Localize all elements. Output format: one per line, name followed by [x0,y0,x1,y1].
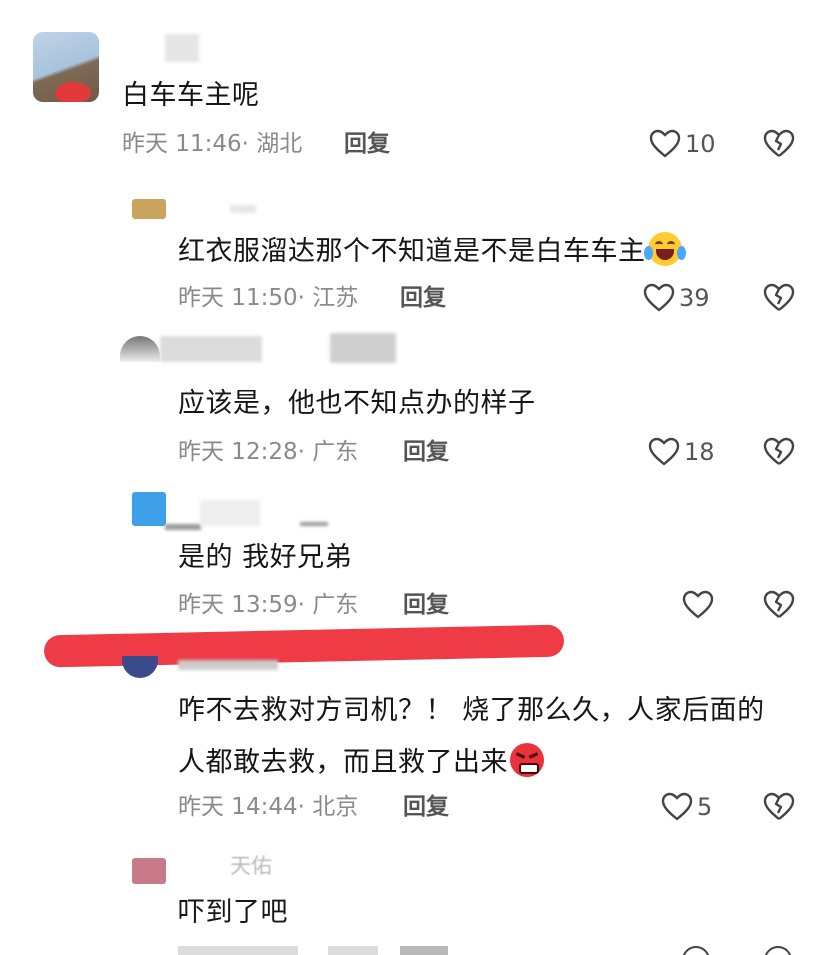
broken-heart-icon[interactable] [762,589,796,621]
like-button[interactable]: 10 [649,127,716,161]
comment-region: 广东 [312,592,359,618]
comment-time: 昨天 12:28 [178,439,298,465]
comment-region: 湖北 [256,131,303,157]
username-redacted [300,522,328,526]
username: 天佑 [230,854,272,878]
username-redacted [165,524,201,530]
comment-text: 吓到了吧 [178,897,288,928]
comment-time: 昨天 13:59 [178,592,298,618]
reply-button[interactable]: 回复 [403,792,449,822]
comment-text: 咋不去救对方司机？！ 烧了那么久，人家后面的 [178,695,765,726]
reply-button[interactable]: 回复 [403,590,449,620]
avatar[interactable] [132,199,166,219]
like-count: 18 [684,438,715,466]
comment-time: 昨天 14:44 [178,794,298,820]
like-button[interactable]: 39 [643,281,710,315]
comment-region: 江苏 [312,285,359,311]
avatar[interactable] [132,492,166,526]
broken-heart-icon[interactable] [762,282,796,314]
heart-icon [661,792,693,821]
angry-face-emoji [510,743,544,777]
username-redacted [330,333,396,363]
username-redacted [165,34,199,62]
heart-icon[interactable] [682,946,714,955]
like-button[interactable]: 18 [648,435,715,469]
reply-button[interactable]: 回复 [344,129,390,159]
username-redacted [200,500,260,526]
avatar[interactable] [132,858,166,884]
comment-meta: 昨天 11:46· 湖北 [122,131,303,157]
comment-text: 应该是，他也不知点办的样子 [178,388,536,419]
heart-icon [649,129,681,158]
avatar[interactable] [33,32,99,102]
like-button[interactable]: 5 [661,790,712,824]
comment-region: 广东 [312,439,359,465]
like-count: 5 [697,793,713,821]
heart-icon [643,283,675,312]
broken-heart-icon[interactable] [762,436,796,468]
comment-time: 昨天 11:50 [178,285,298,311]
comment-region: 北京 [312,794,359,820]
avatar[interactable] [120,336,160,362]
comment-text: 白车车主呢 [122,80,260,111]
username-redacted [178,660,278,670]
comment-text: 红衣服溜达那个不知道是不是白车车主 [178,232,686,270]
comment-time: 昨天 11:46 [122,131,242,157]
comment-meta: 昨天 11:50· 江苏 [178,285,359,311]
like-button[interactable] [682,588,718,622]
like-count: 10 [685,130,716,158]
reply-button[interactable]: 回复 [400,283,446,313]
reply-button[interactable]: 回复 [403,437,449,467]
like-count: 39 [679,284,710,312]
comment-text: 人都敢去救，而且救了出来 [178,743,544,781]
comment-meta: 昨天 12:28· 广东 [178,439,359,465]
broken-heart-icon[interactable] [762,791,796,823]
comment-meta: 昨天 14:44· 北京 [178,794,359,820]
heart-icon [648,437,680,466]
heart-icon [682,590,714,619]
comment-meta: 昨天 13:59· 广东 [178,592,359,618]
username-redacted [160,336,262,362]
broken-heart-icon[interactable] [764,946,796,955]
broken-heart-icon[interactable] [762,128,796,160]
avatar[interactable] [122,656,158,678]
username-redacted [230,205,256,213]
comment-text: 是的 我好兄弟 [178,542,353,573]
comment-meta-cutoff [178,946,448,955]
laughing-crying-emoji [643,232,686,266]
